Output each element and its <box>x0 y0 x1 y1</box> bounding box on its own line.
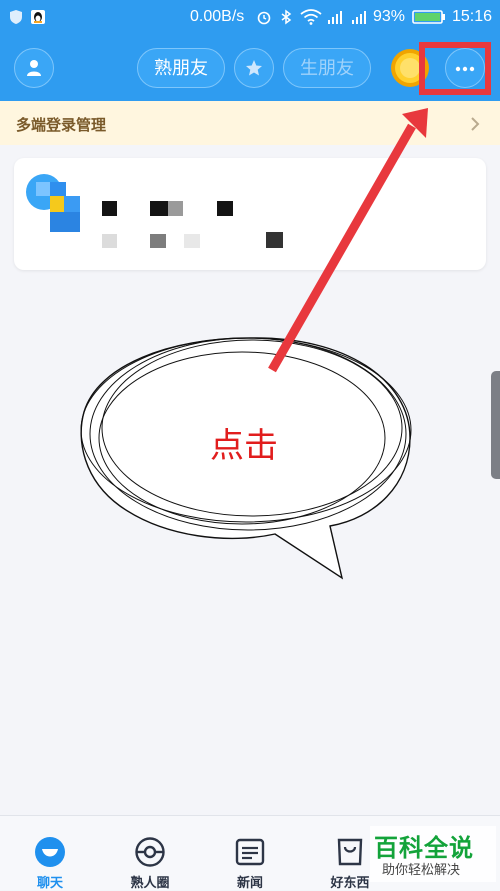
wifi-icon <box>300 9 322 25</box>
callout-text: 点击 <box>210 427 278 465</box>
tab-chat-label: 聊天 <box>36 875 63 890</box>
blurred-name-block <box>150 201 168 216</box>
watermark-subtitle: 助你轻松解决 <box>382 862 461 877</box>
tab-news[interactable]: 新闻 <box>205 826 295 890</box>
circle-icon <box>135 837 165 867</box>
tab-moments[interactable]: 熟人圈 <box>105 826 195 890</box>
bluetooth-icon <box>281 9 292 25</box>
watermark-title: 百科全说 <box>374 835 474 862</box>
blurred-message-block <box>102 234 117 248</box>
battery-percent: 93% <box>373 8 406 25</box>
chevron-right-icon <box>471 117 480 131</box>
news-icon <box>235 838 265 866</box>
tab-news-label: 新闻 <box>236 875 263 890</box>
person-icon <box>27 60 41 76</box>
banner-label: 多端登录管理 <box>16 117 107 134</box>
watermark: 百科全说 助你轻松解决 <box>370 826 496 882</box>
tab-new-friends[interactable]: 生朋友 <box>283 48 371 88</box>
qq-penguin-icon <box>31 10 45 24</box>
clock-time: 15:16 <box>452 8 493 25</box>
tab-chat[interactable]: 聊天 <box>5 826 95 890</box>
tab-moments-label: 熟人圈 <box>130 875 170 890</box>
shield-icon <box>10 10 22 24</box>
profile-button[interactable] <box>14 48 54 88</box>
network-speed: 0.00B/s <box>190 8 245 25</box>
blurred-message-block <box>184 234 200 248</box>
blurred-name-block <box>217 201 233 216</box>
signal-icon-2 <box>352 11 366 24</box>
red-arrow-annotation <box>268 108 428 373</box>
tab-close-friends[interactable]: 熟朋友 <box>137 48 225 88</box>
blurred-message-block <box>150 234 166 248</box>
status-bar: 0.00B/s 93% 15:16 <box>0 0 500 36</box>
chat-avatar-icon <box>26 174 80 232</box>
battery-icon <box>412 10 445 24</box>
chat-bubble-icon <box>35 837 65 867</box>
blurred-name-block <box>102 201 117 216</box>
favorites-button[interactable] <box>234 48 274 88</box>
blurred-name-block <box>168 201 183 216</box>
signal-icon <box>328 11 342 24</box>
side-scroll-handle[interactable] <box>491 371 500 479</box>
alarm-icon <box>257 11 271 25</box>
highlight-box <box>419 42 491 95</box>
shopping-bag-icon <box>337 838 363 866</box>
star-icon <box>246 60 262 76</box>
